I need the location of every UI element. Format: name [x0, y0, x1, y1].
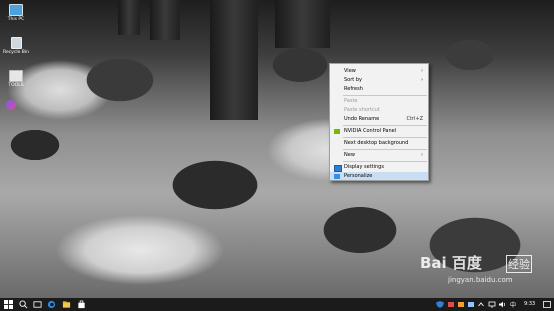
baidu-logo-text: Bai 百度 — [420, 254, 482, 272]
ime-icon[interactable]: 中 — [510, 301, 518, 308]
tree-trunk — [150, 0, 180, 40]
tray-app-icon[interactable] — [458, 301, 464, 308]
svg-text:中: 中 — [510, 301, 516, 308]
desktop-icon-tools[interactable]: TOOLS — [2, 70, 30, 88]
menu-item-sort-by[interactable]: Sort by › — [330, 76, 428, 84]
menu-separator — [343, 95, 427, 96]
chevron-right-icon: › — [421, 68, 423, 74]
file-explorer-icon[interactable] — [62, 300, 71, 309]
notifications-icon[interactable] — [543, 301, 551, 308]
menu-item-paste[interactable]: Paste — [330, 97, 428, 105]
network-icon[interactable] — [488, 301, 496, 308]
clock[interactable]: 9:33 — [524, 301, 535, 307]
desktop-icon-label: TOOLS — [8, 83, 24, 88]
menu-item-refresh[interactable]: Refresh — [330, 85, 428, 93]
edge-browser-icon[interactable] — [47, 300, 56, 309]
tree-trunk — [118, 0, 140, 35]
menu-item-label: Display settings — [344, 164, 384, 170]
baidu-badge: 经验 — [506, 255, 532, 273]
display-icon — [334, 164, 342, 172]
desktop-icon-label: This PC — [7, 17, 25, 22]
tray-app-icon[interactable] — [448, 301, 454, 308]
menu-item-view[interactable]: View › — [330, 67, 428, 75]
volume-icon[interactable] — [499, 301, 507, 308]
chevron-right-icon: › — [421, 77, 423, 83]
menu-item-label: Personalize — [344, 173, 373, 179]
menu-separator — [343, 161, 427, 162]
menu-separator — [343, 137, 427, 138]
menu-item-label: Sort by — [344, 77, 362, 83]
folder-icon — [9, 70, 23, 82]
tray-app-icon[interactable] — [468, 301, 474, 308]
app-icon — [6, 100, 16, 110]
tree-trunk — [210, 0, 258, 120]
computer-icon — [9, 4, 23, 16]
task-view-icon[interactable] — [33, 300, 42, 309]
search-icon[interactable] — [19, 300, 28, 309]
windows-start-icon[interactable] — [4, 300, 13, 309]
menu-item-label: View — [344, 68, 356, 74]
menu-item-label: Undo Rename — [344, 116, 380, 122]
menu-item-personalize[interactable]: Personalize — [330, 172, 428, 180]
chevron-right-icon: › — [421, 152, 423, 158]
baidu-url: jingyan.baidu.com — [448, 276, 513, 284]
chevron-up-icon[interactable] — [478, 301, 484, 308]
menu-item-label: Next desktop background — [344, 140, 409, 146]
personalize-icon — [334, 173, 340, 179]
desktop-context-menu: View › Sort by › Refresh Paste Paste sho… — [329, 63, 429, 181]
menu-item-label: Paste — [344, 98, 358, 104]
store-icon[interactable] — [77, 300, 86, 309]
menu-item-undo-rename[interactable]: Undo Rename Ctrl+Z — [330, 115, 428, 123]
desktop-icon-this-pc[interactable]: This PC — [2, 4, 30, 22]
menu-item-label: Refresh — [344, 86, 363, 92]
tree-trunk — [275, 0, 330, 48]
menu-item-label: NVIDIA Control Panel — [344, 128, 397, 134]
desktop-icon-label: Recycle Bin — [3, 50, 29, 55]
shield-icon[interactable] — [436, 301, 444, 308]
menu-item-display-settings[interactable]: Display settings — [330, 163, 428, 172]
taskbar: 中 9:33 — [0, 298, 554, 311]
menu-separator — [343, 125, 427, 126]
menu-separator — [343, 149, 427, 150]
menu-item-paste-shortcut[interactable]: Paste shortcut — [330, 106, 428, 114]
recycle-bin-icon — [10, 37, 22, 49]
menu-item-label: New — [344, 152, 355, 158]
menu-item-nvidia-control-panel[interactable]: NVIDIA Control Panel — [330, 127, 428, 135]
nvidia-icon — [334, 128, 340, 134]
menu-item-new[interactable]: New › — [330, 151, 428, 159]
desktop-icon-recycle-bin[interactable]: Recycle Bin — [2, 37, 30, 55]
menu-item-next-desktop-background[interactable]: Next desktop background — [330, 139, 428, 147]
menu-item-label: Paste shortcut — [344, 107, 380, 113]
desktop-icon-shortcut[interactable] — [4, 100, 18, 111]
shortcut-hint: Ctrl+Z — [406, 116, 423, 122]
baidu-watermark: Bai 百度 经验 jingyan.baidu.com — [420, 252, 545, 292]
